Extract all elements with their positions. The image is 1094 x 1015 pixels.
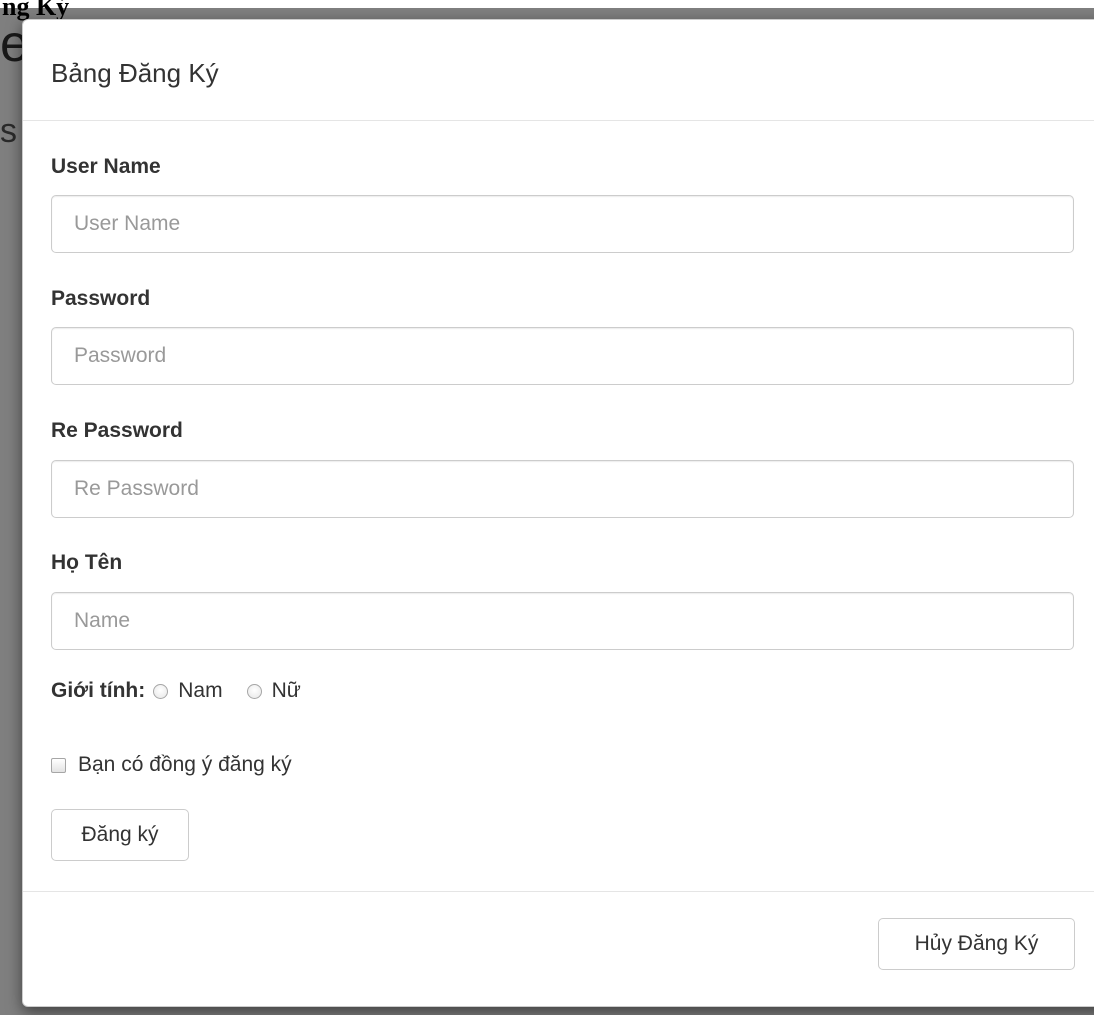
registration-modal: Bảng Đăng Ký User Name Password Re Passw… — [22, 19, 1094, 1007]
gender-option-nu-label[interactable]: Nữ — [272, 679, 301, 703]
gender-radio-nam[interactable] — [153, 683, 169, 699]
full-name-input[interactable] — [51, 592, 1074, 650]
password-input[interactable] — [51, 327, 1074, 385]
full-name-label: Họ Tên — [51, 551, 123, 574]
agree-label[interactable]: Bạn có đồng ý đăng ký — [78, 753, 292, 777]
username-input[interactable] — [51, 195, 1074, 253]
password-label: Password — [51, 287, 151, 310]
username-label: User Name — [51, 155, 161, 178]
re-password-label: Re Password — [51, 419, 183, 442]
modal-body: User Name Password Re Password Họ Tên Gi… — [23, 121, 1094, 892]
gender-option-nam-label[interactable]: Nam — [178, 679, 222, 703]
modal-title: Bảng Đăng Ký — [51, 57, 219, 88]
agree-group: Bạn có đồng ý đăng ký — [51, 753, 292, 777]
agree-checkbox[interactable] — [51, 757, 66, 773]
re-password-input[interactable] — [51, 460, 1074, 518]
modal-footer: Hủy Đăng Ký — [23, 892, 1094, 1007]
gender-label: Giới tính: — [51, 679, 146, 702]
cancel-registration-button[interactable]: Hủy Đăng Ký — [878, 918, 1075, 970]
register-button[interactable]: Đăng ký — [51, 809, 189, 861]
gender-radio-nu[interactable] — [246, 683, 262, 699]
modal-header: Bảng Đăng Ký — [23, 20, 1094, 121]
gender-group: Giới tính: Nam Nữ — [51, 679, 325, 703]
